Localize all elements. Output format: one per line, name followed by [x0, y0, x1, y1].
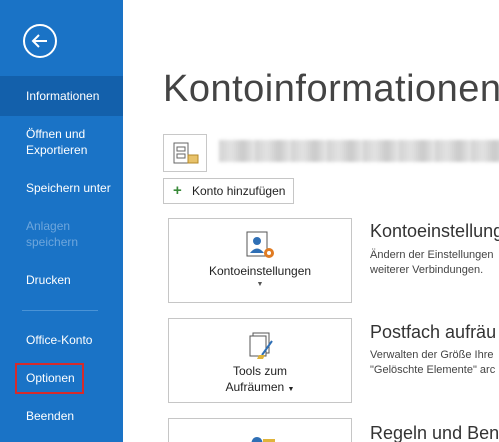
- account-settings-label: Kontoeinstellungen: [208, 264, 312, 278]
- section-desc: weiterer Verbindungen.: [370, 264, 484, 276]
- section-title: Regeln und Bena: [370, 423, 499, 442]
- cleanup-tools-icon: [249, 332, 273, 359]
- cleanup-tools-button[interactable]: Tools zum Aufräumen ▼: [168, 318, 352, 403]
- account-email-blurred: [219, 140, 499, 162]
- section-desc: Ändern der Einstellungen: [370, 249, 494, 261]
- rules-alerts-button[interactable]: [168, 418, 352, 442]
- section-desc: "Gelöschte Elemente" arc: [370, 364, 496, 376]
- nav-speichern-unter[interactable]: Speichern unter: [0, 180, 123, 196]
- rules-alerts-icon: [251, 437, 275, 442]
- section-desc: Verwalten der Größe Ihre: [370, 349, 494, 361]
- nav-label: Öffnen und: [26, 127, 86, 141]
- nav-informationen[interactable]: Informationen: [0, 76, 123, 116]
- nav-label: Anlagen: [26, 219, 71, 233]
- nav-label: Exportieren: [26, 143, 88, 157]
- dropdown-caret-icon: ▼: [287, 386, 295, 393]
- account-file-icon: [173, 142, 199, 164]
- nav-label: Speichern unter: [26, 181, 111, 195]
- page-title: Kontoinformationen: [163, 68, 499, 110]
- nav-label: Beenden: [26, 409, 75, 423]
- nav-label: speichern: [26, 235, 79, 249]
- add-account-label: Konto hinzufügen: [192, 184, 286, 198]
- nav-drucken[interactable]: Drucken: [0, 272, 123, 288]
- main-panel: Kontoinformationen + Konto hinzufügen Ko…: [123, 0, 499, 442]
- nav-beenden[interactable]: Beenden: [0, 408, 123, 424]
- cleanup-tools-label: Tools zum: [232, 364, 288, 378]
- account-settings-icon: [246, 231, 274, 258]
- back-button[interactable]: [23, 24, 57, 58]
- add-account-button[interactable]: + Konto hinzufügen: [163, 178, 294, 204]
- nav-label: Informationen: [26, 89, 100, 103]
- dropdown-caret-icon: ▼: [256, 281, 264, 288]
- section-title: Postfach aufräu: [370, 322, 497, 342]
- section-title: Kontoeinstellung: [370, 221, 499, 241]
- plus-icon: +: [173, 182, 182, 199]
- account-selector[interactable]: [163, 134, 207, 172]
- back-arrow-icon: [31, 34, 47, 48]
- nav-oeffnen-exportieren[interactable]: Öffnen und Exportieren: [0, 126, 123, 158]
- nav-label: Optionen: [26, 371, 75, 385]
- nav-label: Drucken: [26, 273, 71, 287]
- nav-label: Office-Konto: [26, 333, 93, 347]
- account-settings-button[interactable]: Kontoeinstellungen ▼: [168, 218, 352, 303]
- nav-divider: [22, 310, 98, 311]
- nav-optionen[interactable]: Optionen: [0, 370, 123, 386]
- cleanup-tools-label-2: Aufräumen ▼: [225, 380, 295, 394]
- backstage-sidebar: Informationen Öffnen und Exportieren Spe…: [0, 0, 123, 442]
- nav-anlagen-speichern: Anlagen speichern: [0, 218, 123, 250]
- nav-office-konto[interactable]: Office-Konto: [0, 332, 123, 348]
